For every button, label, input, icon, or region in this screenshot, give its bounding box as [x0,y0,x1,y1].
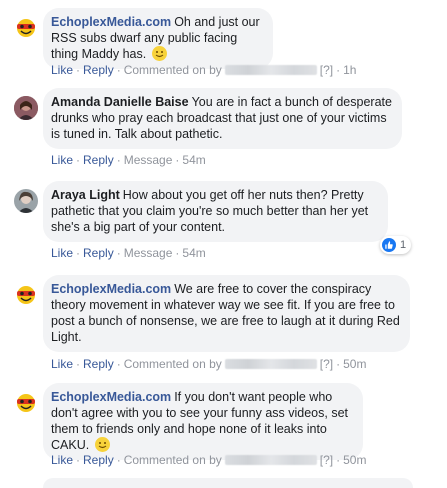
like-link[interactable]: Like [51,63,73,77]
comment-actions: Like · Reply · Commented on by [?] · 50m [51,357,367,371]
info-tag[interactable]: [?] [320,453,333,467]
redacted-name [224,455,317,465]
reaction-count: 1 [400,239,407,251]
comment-author-link[interactable]: EchoplexMedia.com [51,15,171,29]
reply-link[interactable]: Reply [83,153,114,167]
amanda-avatar[interactable] [14,96,38,120]
comment-actions: Like · Reply · Message · 54m [51,153,206,167]
comment-actions: Like · Reply · Commented on by [?] · 1h [51,63,357,77]
timestamp[interactable]: 54m [182,246,205,260]
timestamp[interactable]: 50m [343,357,366,371]
reply-link[interactable]: Reply [83,357,114,371]
comment-bubble: Araya Light How about you get off her nut… [43,181,388,242]
like-link[interactable]: Like [51,153,73,167]
like-link[interactable]: Like [51,357,73,371]
comment-author-link[interactable]: Araya Light [51,188,120,202]
reply-link[interactable]: Reply [83,246,114,260]
reply-link[interactable]: Reply [83,453,114,467]
echoplex-avatar-icon[interactable] [14,391,38,415]
echoplex-avatar-icon[interactable] [14,16,38,40]
comment-bubble: EchoplexMedia.com If you don't want peopl… [43,383,363,460]
info-tag[interactable]: [?] [320,63,333,77]
thumbs-up-icon [382,238,396,252]
comment-actions: Like · Reply · Commented on by [?] · 50m [51,453,367,467]
smiley-emoji-icon [151,46,167,61]
commented-on-by-text: Commented on by [123,63,222,77]
reaction-count-badge[interactable]: 1 [380,236,412,254]
comment-author-link[interactable]: EchoplexMedia.com [51,282,171,296]
info-tag[interactable]: [?] [320,357,333,371]
comment-bubble: EchoplexMedia.com We are free to cover th… [43,275,410,352]
echoplex-avatar-icon[interactable] [14,283,38,307]
commented-on-by-text: Commented on by [123,357,222,371]
comment-bubble: EchoplexMedia.com Oh and just our RSS sub… [43,8,273,69]
timestamp[interactable]: 54m [182,153,205,167]
redacted-name [224,65,317,75]
like-link[interactable]: Like [51,453,73,467]
next-comment-bubble-partial [43,478,413,488]
redacted-name [224,359,317,369]
timestamp[interactable]: 1h [343,63,356,77]
timestamp[interactable]: 50m [343,453,366,467]
comment-author-link[interactable]: EchoplexMedia.com [51,390,171,404]
reply-link[interactable]: Reply [83,63,114,77]
comment-bubble: Amanda Danielle Baise You are in fact a b… [43,88,402,149]
comment-actions: Like · Reply · Message · 54m [51,246,206,260]
message-link[interactable]: Message [124,246,173,260]
smiley-emoji-icon [94,437,110,452]
araya-avatar[interactable] [14,189,38,213]
comment-author-link[interactable]: Amanda Danielle Baise [51,95,189,109]
commented-on-by-text: Commented on by [123,453,222,467]
like-link[interactable]: Like [51,246,73,260]
message-link[interactable]: Message [124,153,173,167]
